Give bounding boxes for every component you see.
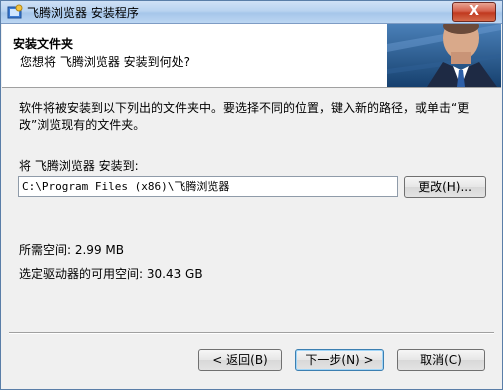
next-button[interactable]: 下一步(N) >	[295, 349, 384, 371]
space-required-text: 所需空间: 2.99 MB	[19, 243, 124, 257]
title-bar[interactable]: 飞腾浏览器 安装程序 X	[1, 1, 502, 24]
window-title: 飞腾浏览器 安装程序	[27, 6, 139, 20]
back-button[interactable]: < 返回(B)	[198, 349, 282, 371]
install-location-label: 将 飞腾浏览器 安装到:	[19, 159, 139, 173]
installer-icon	[7, 4, 23, 19]
page-subtitle: 您想将 飞腾浏览器 安装到何处?	[20, 55, 190, 69]
close-button[interactable]: X	[452, 2, 496, 22]
browse-button[interactable]: 更改(H)...	[404, 176, 486, 198]
footer-divider	[9, 332, 494, 334]
space-available-text: 选定驱动器的可用空间: 30.43 GB	[19, 267, 203, 281]
install-path-field[interactable]: C:\Program Files (x86)\飞腾浏览器	[18, 176, 398, 197]
businessman-photo	[387, 24, 501, 87]
cancel-button[interactable]: 取消(C)	[397, 349, 485, 371]
installer-window: 飞腾浏览器 安装程序 X 安装文件夹 您想将 飞腾浏览器 安装到何处? 软件将被…	[0, 0, 503, 390]
description-text: 软件将被安装到以下列出的文件夹中。要选择不同的位置，键入新的路径，或单击“更改”…	[19, 101, 470, 132]
page-title: 安装文件夹	[13, 37, 74, 51]
header-banner: 安装文件夹 您想将 飞腾浏览器 安装到何处?	[2, 24, 501, 88]
